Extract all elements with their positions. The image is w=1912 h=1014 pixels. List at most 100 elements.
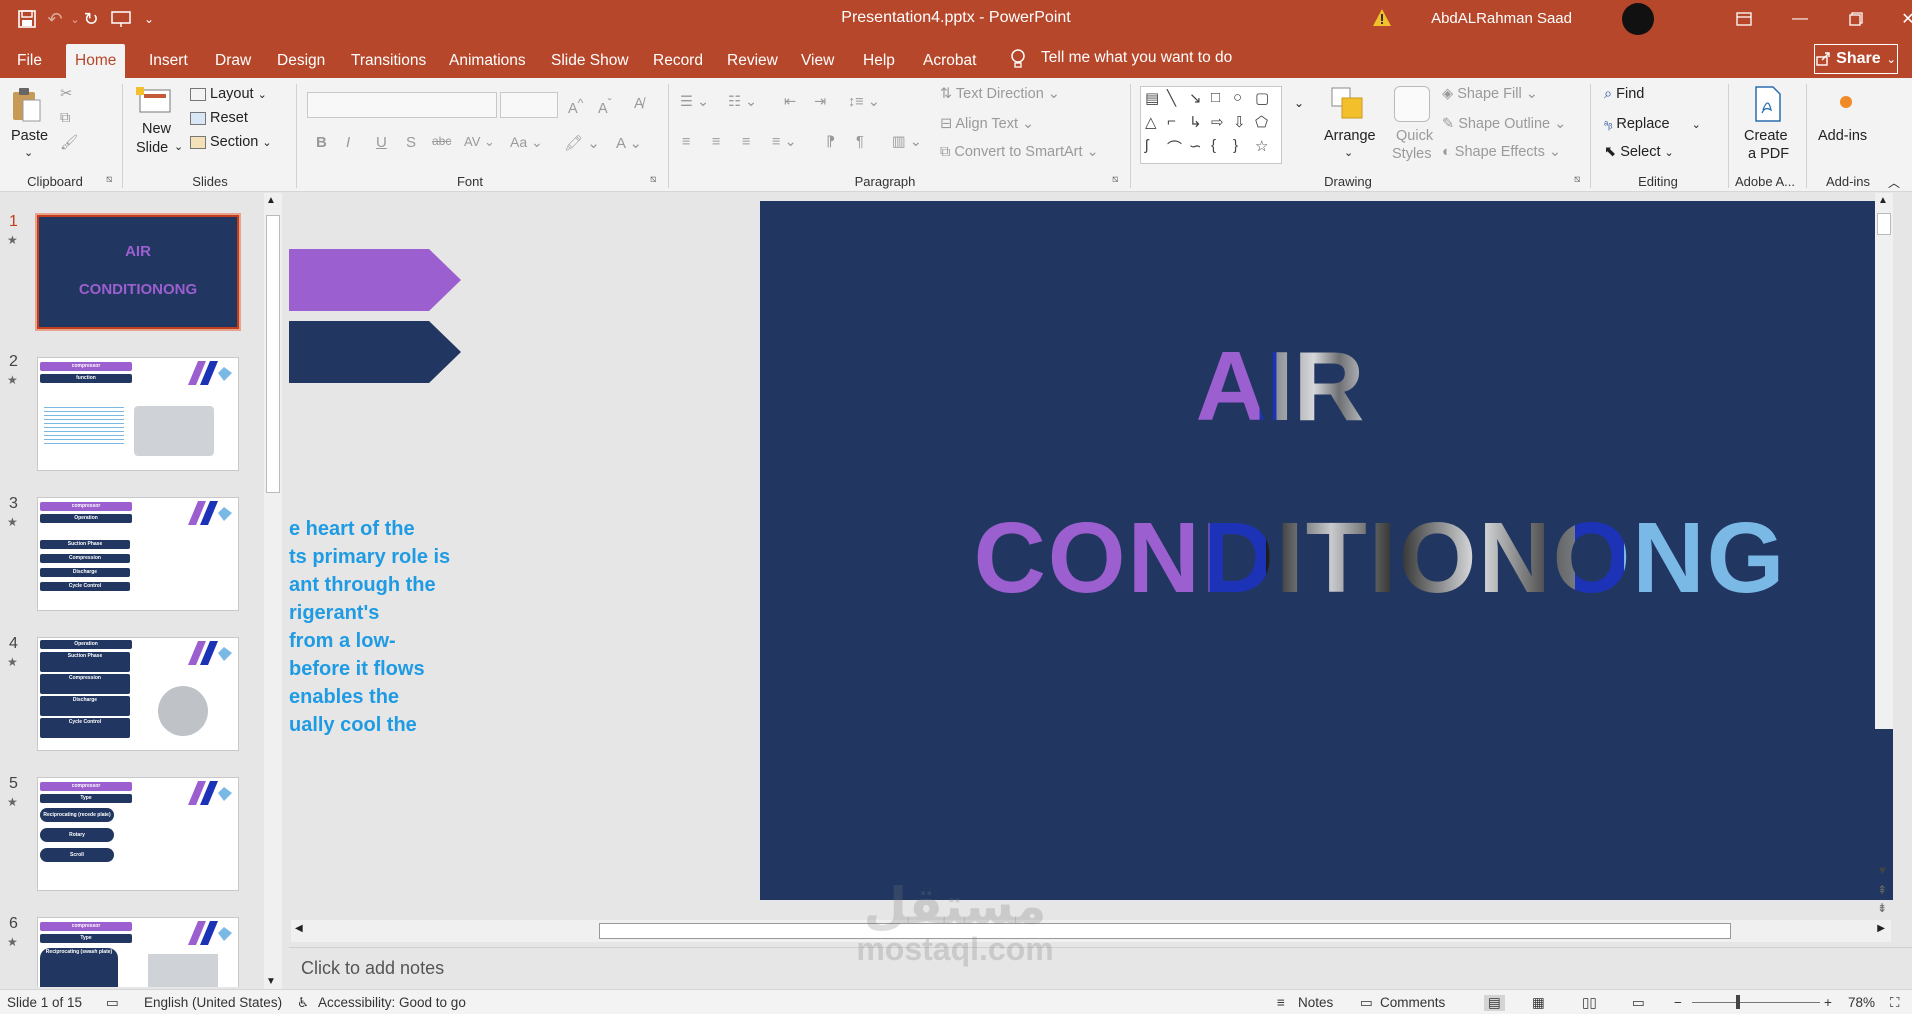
rectangle-shape-icon[interactable]: □ <box>1211 89 1220 106</box>
oval-shape-icon[interactable]: ○ <box>1233 89 1242 106</box>
arrow-shape-icon[interactable]: ↘ <box>1189 89 1202 107</box>
ltr-icon[interactable]: ¶ <box>856 134 864 150</box>
tab-file[interactable]: File <box>8 44 51 78</box>
previous-slide-icon[interactable]: ⇞ <box>1877 883 1887 897</box>
star-shape-icon[interactable]: ☆ <box>1255 137 1268 155</box>
rtl-icon[interactable]: ⁋ <box>826 134 835 150</box>
slide-scroll-thumb[interactable] <box>1877 213 1891 235</box>
tab-transitions[interactable]: Transitions <box>342 44 435 78</box>
zoom-out-icon[interactable]: − <box>1674 995 1682 1010</box>
zoom-in-icon[interactable]: + <box>1824 995 1832 1010</box>
fit-slide-icon[interactable]: ⛶ <box>1890 995 1899 1011</box>
present-from-beginning-icon[interactable] <box>108 6 134 32</box>
reset-button[interactable]: Reset <box>190 110 248 126</box>
tab-acrobat[interactable]: Acrobat <box>914 44 985 78</box>
line-spacing-icon[interactable]: ↕≡ ⌄ <box>848 94 880 110</box>
horizontal-scroll-thumb[interactable] <box>599 923 1731 939</box>
slide-sorter-icon[interactable]: ▦ <box>1532 995 1545 1011</box>
accessibility-status[interactable]: Accessibility: Good to go <box>318 995 466 1010</box>
horizontal-scrollbar[interactable]: ◀ ▶ <box>291 920 1891 942</box>
dialog-launcher-icon[interactable]: ⧅ <box>1574 174 1580 185</box>
new-slide-button[interactable]: New Slide ⌄ <box>134 86 184 166</box>
tell-me-search[interactable]: Tell me what you want to do <box>1041 49 1232 67</box>
save-icon[interactable] <box>14 6 40 32</box>
tab-record[interactable]: Record <box>644 44 712 78</box>
customize-toolbar-icon[interactable]: ⌄ <box>136 6 162 32</box>
text-direction-button[interactable]: ⇅ Text Direction ⌄ <box>940 86 1060 102</box>
zoom-slider-thumb[interactable] <box>1736 995 1740 1009</box>
select-button[interactable]: ⬉ Select ⌄ <box>1604 144 1674 160</box>
overflow-text-box[interactable]: e heart of the ts primary role is ant th… <box>289 515 479 739</box>
tab-insert[interactable]: Insert <box>140 44 197 78</box>
align-right-icon[interactable]: ≡ <box>742 134 750 150</box>
tab-home[interactable]: Home <box>66 44 126 78</box>
strikethrough-icon[interactable]: abc <box>432 134 451 148</box>
shape-effects-button[interactable]: ◐ Shape Effects ⌄ <box>1442 144 1561 160</box>
tab-help[interactable]: Help <box>854 44 904 78</box>
slide-scrollbar[interactable]: ▲ <box>1875 193 1893 729</box>
paste-button[interactable]: Paste ⌄ <box>10 86 50 166</box>
collapse-ribbon-icon[interactable]: ︿ <box>1888 174 1900 191</box>
scroll-down-icon[interactable]: ▼ <box>266 976 276 987</box>
spelling-check-icon[interactable]: ▭ <box>106 995 119 1011</box>
share-button[interactable]: Share ⌄ <box>1814 44 1898 74</box>
line-shape-icon[interactable]: ╲ <box>1167 89 1176 107</box>
curve-shape-icon[interactable]: ∽ <box>1189 137 1202 155</box>
dialog-launcher-icon[interactable]: ⧅ <box>1112 174 1118 185</box>
zoom-slider[interactable] <box>1692 1002 1820 1003</box>
thumbnails-scrollbar[interactable]: ▲ ▼ <box>264 193 282 989</box>
scroll-left-icon[interactable]: ◀ <box>295 923 303 934</box>
rounded-rectangle-shape-icon[interactable]: ▢ <box>1255 89 1269 107</box>
slide-thumbnail-5[interactable]: compressor Type Reciprocating (recede pl… <box>37 777 239 891</box>
slide-canvas[interactable]: AIR CONDITIONONG <box>760 201 1893 900</box>
change-case-icon[interactable]: Aa ⌄ <box>510 134 543 151</box>
create-pdf-button[interactable]: Create a PDF <box>1740 86 1796 172</box>
warning-icon[interactable] <box>1372 8 1392 28</box>
notes-toggle[interactable]: Notes <box>1298 995 1333 1010</box>
tab-review[interactable]: Review <box>718 44 787 78</box>
scroll-up-icon[interactable]: ▲ <box>266 195 276 206</box>
minimize-icon[interactable]: — <box>1772 0 1828 38</box>
text-shadow-icon[interactable]: S <box>406 134 416 151</box>
scroll-right-icon[interactable]: ▶ <box>1877 923 1885 934</box>
elbow-connector-icon[interactable]: ⌐ <box>1167 113 1176 130</box>
account-name[interactable]: AbdALRahman Saad <box>1431 10 1572 27</box>
text-box-shape-icon[interactable]: ▤ <box>1145 89 1159 107</box>
restore-icon[interactable] <box>1828 0 1884 38</box>
avatar[interactable] <box>1622 3 1654 35</box>
italic-icon[interactable]: I <box>346 134 350 151</box>
slide-thumbnail-4[interactable]: Operation Suction Phase Compression Disc… <box>37 637 239 751</box>
font-color-icon[interactable]: A ⌄ <box>616 134 642 152</box>
dialog-launcher-icon[interactable]: ⧅ <box>650 174 656 185</box>
freeform-shape-icon[interactable]: ʃ <box>1145 137 1148 154</box>
dialog-launcher-icon[interactable]: ⧅ <box>106 174 112 185</box>
align-center-icon[interactable]: ≡ <box>712 134 720 150</box>
decrease-indent-icon[interactable]: ⇤ <box>784 94 796 110</box>
convert-smartart-button[interactable]: ⧉ Convert to SmartArt ⌄ <box>940 144 1099 160</box>
arrange-button[interactable]: Arrange ⌄ <box>1320 86 1376 166</box>
language-indicator[interactable]: English (United States) <box>144 995 282 1010</box>
bullets-icon[interactable]: ☰ ⌄ <box>680 94 709 110</box>
purple-chevron-shape[interactable] <box>289 249 461 311</box>
right-arrow-shape-icon[interactable]: ⇨ <box>1211 113 1224 131</box>
normal-view-icon[interactable]: ▤ <box>1484 995 1505 1011</box>
clear-formatting-icon[interactable]: A̸ <box>634 96 644 112</box>
scroll-up-icon[interactable]: ▲ <box>1878 195 1888 206</box>
ribbon-display-options-icon[interactable] <box>1716 0 1772 38</box>
slide-thumbnail-6[interactable]: compressor Type Reciprocating (swash pla… <box>37 917 239 987</box>
triangle-shape-icon[interactable]: △ <box>1145 113 1157 131</box>
navy-chevron-shape[interactable] <box>289 321 461 383</box>
justify-icon[interactable]: ≡ ⌄ <box>772 134 797 150</box>
font-name-combobox[interactable] <box>307 92 497 118</box>
notes-pane[interactable]: Click to add notes <box>289 947 1912 989</box>
slide-thumbnail-2[interactable]: compressor function <box>37 357 239 471</box>
zoom-level[interactable]: 78% <box>1848 995 1875 1010</box>
slide-thumbnail-3[interactable]: compressor Operation Suction Phase Compr… <box>37 497 239 611</box>
scroll-down-icon[interactable]: ▼ <box>1877 865 1888 877</box>
next-slide-icon[interactable]: ⇟ <box>1877 901 1887 915</box>
shape-outline-button[interactable]: ✎ Shape Outline ⌄ <box>1442 116 1566 132</box>
decrease-font-size-icon[interactable]: Aˇ <box>598 96 612 117</box>
tab-draw[interactable]: Draw <box>206 44 260 78</box>
align-left-icon[interactable]: ≡ <box>682 134 690 150</box>
increase-font-size-icon[interactable]: A^ <box>568 96 583 117</box>
